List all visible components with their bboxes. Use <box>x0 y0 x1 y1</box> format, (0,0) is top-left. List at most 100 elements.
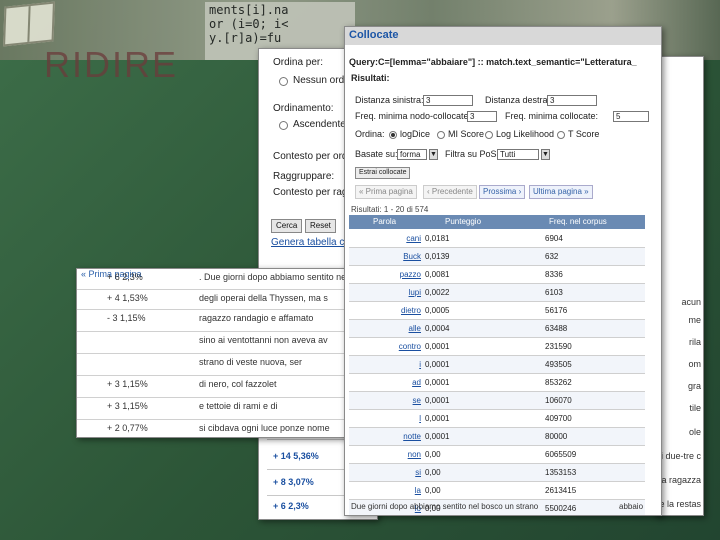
freq-cell: 6103 <box>545 288 563 297</box>
context-fragment: acun <box>681 297 701 307</box>
context2-label: Contesto per rag <box>273 187 348 198</box>
score-cell: 0,0004 <box>425 324 450 333</box>
freq-cell: 6065509 <box>545 450 577 459</box>
prev-page-button[interactable]: ‹ Precedente <box>423 185 477 199</box>
context-fragment: tile <box>689 403 701 413</box>
generate-table-link[interactable]: Genera tabella c <box>271 237 344 248</box>
table-row: contro 0,0001 231590 <box>349 338 645 356</box>
concordance-row: + 3 1,15% di nero, col fazzolet <box>77 375 375 394</box>
freq-cell: 63488 <box>545 324 568 333</box>
score-cell: 0,00 <box>425 468 441 477</box>
ordering-label: Ordinamento: <box>273 103 334 114</box>
first-page-button[interactable]: « Prima pagina <box>355 185 417 199</box>
results-heading: Risultati: <box>351 73 390 83</box>
order-by-label: Ordina per: <box>273 57 324 68</box>
collocate-word-link[interactable]: cani <box>349 234 421 243</box>
mi-score-label: MI Score <box>448 129 485 139</box>
reset-button[interactable]: Reset <box>305 219 336 233</box>
ascending-radio[interactable] <box>279 121 288 130</box>
collocate-word-link[interactable]: si <box>349 468 421 477</box>
concordance-window: « Prima pagina + 6 2,3% . Due giorni dop… <box>76 268 376 438</box>
collocate-word-link[interactable]: Buck <box>349 252 421 261</box>
context-label: Contesto per ord <box>273 151 348 162</box>
collocate-word-link[interactable]: lupi <box>349 288 421 297</box>
extract-collocates-button[interactable]: Estrai collocate <box>355 167 411 179</box>
freq-cell: 409700 <box>545 414 572 423</box>
collocate-word-link[interactable]: pazzo <box>349 270 421 279</box>
collocate-word-link[interactable]: alle <box>349 324 421 333</box>
next-page-button[interactable]: Prossima › <box>479 185 526 199</box>
freq-cell: 8336 <box>545 270 563 279</box>
concordance-row: - 3 1,15% ragazzo randagio e affamato <box>77 309 375 328</box>
logdice-radio[interactable] <box>389 131 397 139</box>
score-cell: 0,0001 <box>425 396 450 405</box>
table-row: ad 0,0001 853262 <box>349 374 645 392</box>
score-cell: 0,0001 <box>425 360 450 369</box>
chevron-down-icon[interactable]: ▼ <box>541 149 550 160</box>
context-fragment: rila <box>688 337 701 347</box>
score-cell: 0,0001 <box>425 432 450 441</box>
collocate-word-link[interactable]: la <box>349 486 421 495</box>
logdice-label: logDice <box>400 129 431 139</box>
freq-cell: 632 <box>545 252 559 261</box>
min-node-label: Freq. minima nodo-collocate: <box>355 111 472 121</box>
order-label: Ordina: <box>355 129 385 139</box>
last-page-button[interactable]: Ultima pagina » <box>529 185 593 199</box>
collocate-word-link[interactable]: ad <box>349 378 421 387</box>
table-row: la 0,00 2613415 <box>349 482 645 500</box>
freq-cell: 853262 <box>545 378 572 387</box>
context-fragment: la ragazza <box>659 475 701 485</box>
search-button[interactable]: Cerca <box>271 219 303 233</box>
t-score-radio[interactable] <box>557 131 565 139</box>
group-label: Raggruppare: <box>273 171 335 182</box>
collocate-word-link[interactable]: se <box>349 396 421 405</box>
dist-right-label: Distanza destra: <box>485 95 551 105</box>
score-cell: 0,0001 <box>425 414 450 423</box>
chevron-down-icon[interactable]: ▼ <box>429 149 438 160</box>
freq-cell: 2613415 <box>545 486 577 495</box>
score-cell: 0,0081 <box>425 270 450 279</box>
book-icon <box>3 1 55 47</box>
freq-cell: 231590 <box>545 342 572 351</box>
collocate-word-link[interactable]: l <box>349 414 421 423</box>
slide-title: RIDIRE <box>44 44 179 85</box>
score-cell: 0,0001 <box>425 342 450 351</box>
header-word: Parola <box>373 217 397 226</box>
table-header: Parola Punteggio Freq. nel corpus <box>349 215 645 229</box>
table-row: i 0,0001 493505 <box>349 356 645 374</box>
result-row: + 8 3,07% <box>273 477 314 487</box>
collocate-word-link[interactable]: i <box>349 360 421 369</box>
dist-left-label: Distanza sinistra: <box>355 95 424 105</box>
table-row: notte 0,0001 80000 <box>349 428 645 446</box>
context-fragment: di due-tre c <box>655 451 701 461</box>
collocate-word-link[interactable]: contro <box>349 342 421 351</box>
order-none-radio[interactable] <box>279 77 288 86</box>
freq-cell: 1353153 <box>545 468 577 477</box>
log-likelihood-radio[interactable] <box>485 131 493 139</box>
context-fragment: e la restas <box>659 499 701 509</box>
table-row: se 0,0001 106070 <box>349 392 645 410</box>
mi-score-radio[interactable] <box>437 131 445 139</box>
collocate-word-link[interactable]: dietro <box>349 306 421 315</box>
order-none-label: Nessun ord <box>293 75 345 86</box>
freq-cell: 80000 <box>545 432 568 441</box>
collocate-word-link[interactable]: non <box>349 450 421 459</box>
filter-select[interactable]: Tutti <box>497 149 539 160</box>
table-row: pazzo 0,0081 8336 <box>349 266 645 284</box>
collocate-title: Collocate <box>345 27 661 45</box>
score-cell: 0,00 <box>425 450 441 459</box>
context-fragment: om <box>688 359 701 369</box>
footer-row: Due giorni dopo abbiamo sentito nel bosc… <box>351 502 644 511</box>
concordance-row: + 2 0,77% si cibdava ogni luce ponze nom… <box>77 419 375 437</box>
context-fragment: gra <box>687 381 701 391</box>
header-score: Punteggio <box>445 217 482 226</box>
dist-left-input[interactable]: 3 <box>423 95 473 106</box>
result-row: + 6 2,3% <box>273 501 309 511</box>
base-select[interactable]: forma <box>397 149 427 160</box>
context-fragment: ole <box>688 427 701 437</box>
dist-right-input[interactable]: 3 <box>547 95 597 106</box>
min-colloc-input[interactable]: 5 <box>613 111 649 122</box>
collocate-word-link[interactable]: notte <box>349 432 421 441</box>
min-node-input[interactable]: 3 <box>467 111 497 122</box>
filter-label: Filtra su PoS: <box>445 149 500 159</box>
